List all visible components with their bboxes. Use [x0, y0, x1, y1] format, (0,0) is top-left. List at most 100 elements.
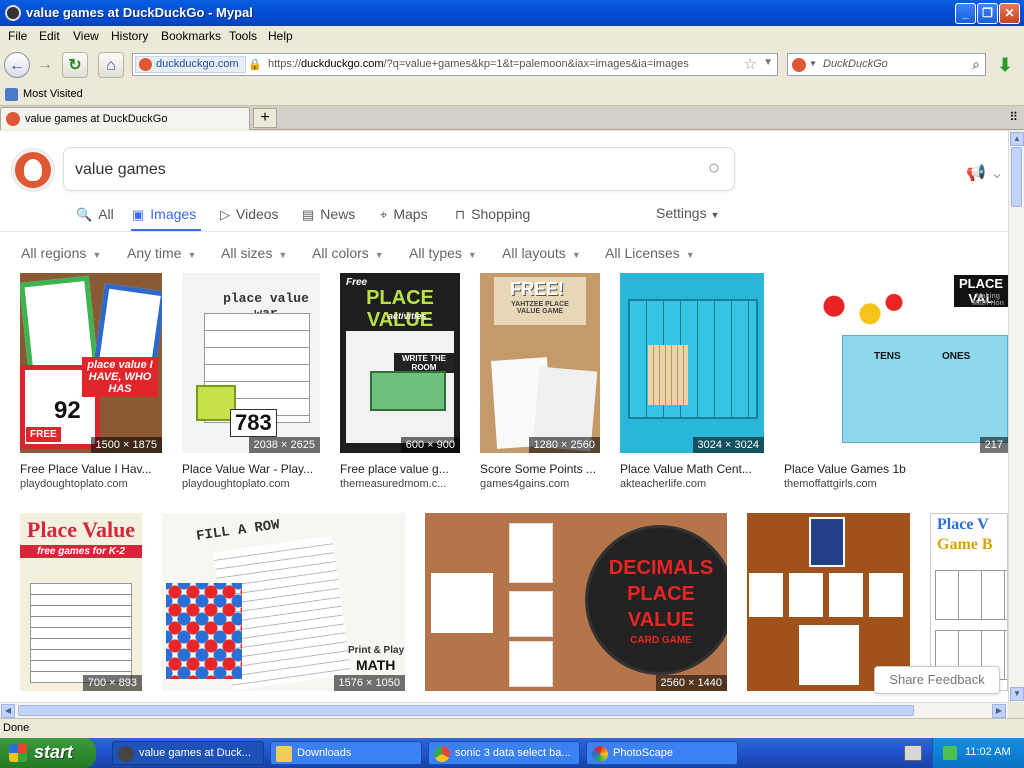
result-title[interactable]: Place Value War - Play...: [182, 462, 322, 476]
filter-region[interactable]: All regions ▼: [21, 245, 101, 261]
result-source[interactable]: themoffattgirls.com: [784, 478, 924, 490]
duckduckgo-engine-icon[interactable]: [792, 58, 806, 72]
image-subtext: Print & Play: [348, 645, 405, 656]
taskbar-item-photoscape[interactable]: PhotoScape: [586, 741, 738, 765]
result-title[interactable]: Score Some Points ...: [480, 462, 602, 476]
search-input[interactable]: value games ○: [63, 147, 735, 191]
settings-dropdown[interactable]: Settings ▼: [656, 205, 719, 221]
free-badge: FREE: [26, 427, 61, 442]
result-title[interactable]: Place Value Math Cent...: [620, 462, 760, 476]
tab-shopping[interactable]: ⊓ Shopping: [455, 206, 530, 223]
menu-bookmarks[interactable]: Bookmarks: [161, 29, 221, 43]
filter-color[interactable]: All colors ▼: [312, 245, 384, 261]
image-result[interactable]: place value war 783 2038 × 2625: [182, 273, 320, 453]
home-button[interactable]: ⌂: [98, 52, 124, 78]
hundreds-chart-graphic: [30, 583, 132, 683]
scroll-right-icon[interactable]: ▶: [992, 704, 1006, 718]
result-source[interactable]: games4gains.com: [480, 478, 602, 490]
filter-type[interactable]: All types ▼: [409, 245, 477, 261]
filter-layout[interactable]: All layouts ▼: [502, 245, 581, 261]
filter-size[interactable]: All sizes ▼: [221, 245, 287, 261]
keyboard-icon[interactable]: [904, 745, 922, 761]
menu-history[interactable]: History: [111, 29, 148, 43]
menu-file[interactable]: File: [8, 29, 27, 43]
scroll-thumb[interactable]: [1011, 147, 1022, 207]
duckduckgo-logo[interactable]: [12, 149, 54, 191]
scroll-up-icon[interactable]: ▲: [1010, 132, 1024, 146]
tab-favicon-icon: [6, 112, 20, 126]
filter-time[interactable]: Any time ▼: [127, 245, 196, 261]
url-text[interactable]: https://duckduckgo.com/?q=value+games&kp…: [268, 58, 689, 70]
scroll-down-icon[interactable]: ▼: [1010, 687, 1024, 701]
image-result[interactable]: Free PLACE VALUE activities WRITE THE RO…: [340, 273, 460, 453]
chevron-down-icon: ▼: [187, 250, 197, 260]
download-icon[interactable]: ⬇: [992, 52, 1018, 78]
image-result[interactable]: 3024 × 3024: [620, 273, 764, 453]
taskbar-item-downloads[interactable]: Downloads: [270, 741, 422, 765]
horizontal-scrollbar[interactable]: ◀ ▶: [0, 702, 1008, 718]
search-icon[interactable]: ⌕: [972, 56, 980, 73]
engine-dropdown-icon[interactable]: ▼: [809, 59, 817, 68]
url-dropdown-icon[interactable]: ▼: [763, 57, 773, 68]
forward-button[interactable]: →: [32, 52, 58, 78]
image-result[interactable]: PLACE VAL Making Math Hon TENS ONES 217: [784, 273, 1008, 453]
counters-graphic: [798, 291, 918, 329]
settings-label: Settings: [656, 205, 707, 221]
tab-active[interactable]: value games at DuckDuckGo: [0, 107, 250, 130]
megaphone-icon[interactable]: 📢 ⌄: [966, 163, 1004, 183]
tab-images-label: Images: [150, 206, 197, 222]
image-result[interactable]: 1414: [747, 513, 910, 691]
menu-help[interactable]: Help: [268, 29, 293, 43]
bookmark-most-visited[interactable]: Most Visited: [23, 88, 83, 100]
image-dimensions: 1576 × 1050: [333, 675, 405, 691]
taskbar-item-browser[interactable]: value games at Duck...: [112, 741, 264, 765]
url-prefix: https://: [268, 58, 302, 70]
scroll-thumb[interactable]: [18, 705, 914, 716]
close-button[interactable]: ✕: [999, 3, 1020, 24]
shopping-bag-icon: ⊓: [455, 207, 466, 222]
filter-license[interactable]: All Licenses ▼: [605, 245, 695, 261]
reload-button[interactable]: ↻: [62, 52, 88, 78]
newspaper-icon: ▤: [302, 207, 315, 222]
result-source[interactable]: playdoughtoplato.com: [182, 478, 322, 490]
clock[interactable]: 11:02 AM: [965, 746, 1011, 758]
image-result[interactable]: DECIMALS PLACE VALUE CARD GAME 2560 × 14…: [425, 513, 727, 691]
result-title[interactable]: Free Place Value I Hav...: [20, 462, 160, 476]
minimize-button[interactable]: _: [955, 3, 976, 24]
search-icon[interactable]: ○: [708, 157, 720, 180]
tab-all[interactable]: 🔍 All: [76, 206, 114, 223]
menu-view[interactable]: View: [73, 29, 99, 43]
back-button[interactable]: ←: [4, 52, 30, 78]
search-engine-bar[interactable]: ▼ DuckDuckGo ⌕: [787, 53, 986, 76]
result-title[interactable]: Place Value Games 1b: [784, 462, 924, 476]
url-path: /?q=value+games&kp=1&t=palemoon&iax=imag…: [383, 58, 689, 70]
tab-videos[interactable]: ▷ Videos: [220, 206, 279, 223]
vertical-scrollbar[interactable]: ▲ ▼: [1008, 131, 1024, 702]
menu-tools[interactable]: Tools: [229, 29, 257, 43]
image-dimensions: 2560 × 1440: [655, 675, 727, 691]
result-source[interactable]: akteacherlife.com: [620, 478, 760, 490]
result-source[interactable]: themeasuredmom.c...: [340, 478, 462, 490]
network-icon[interactable]: [943, 746, 957, 760]
start-button[interactable]: start: [0, 738, 96, 768]
result-title[interactable]: Free place value g...: [340, 462, 462, 476]
image-result[interactable]: Place Value free games for K-2 700 × 893: [20, 513, 142, 691]
share-feedback-button[interactable]: Share Feedback: [874, 666, 1000, 694]
address-bar[interactable]: duckduckgo.com 🔒 https://duckduckgo.com/…: [132, 53, 778, 76]
tab-images[interactable]: ▣ Images: [132, 206, 196, 223]
taskbar-item-chrome[interactable]: sonic 3 data select ba...: [428, 741, 580, 765]
tab-maps[interactable]: ⌖ Maps: [380, 206, 428, 223]
result-source[interactable]: playdoughtoplato.com: [20, 478, 160, 490]
image-result[interactable]: 92 place value I HAVE, WHO HAS FREE 1500…: [20, 273, 162, 453]
image-result[interactable]: FILL A ROW Print & Play MATH 1576 × 1050: [162, 513, 405, 691]
image-result[interactable]: FREE! YAHTZEE PLACE VALUE GAME 1280 × 25…: [480, 273, 600, 453]
tab-news[interactable]: ▤ News: [302, 206, 355, 223]
menu-edit[interactable]: Edit: [39, 29, 60, 43]
tab-list-icon[interactable]: ⠿: [1009, 110, 1018, 124]
new-tab-button[interactable]: +: [253, 108, 277, 128]
scroll-left-icon[interactable]: ◀: [1, 704, 15, 718]
image-result[interactable]: Place V Game B: [930, 513, 1008, 691]
maximize-button[interactable]: ❐: [977, 3, 998, 24]
bookmark-star-icon[interactable]: ☆: [744, 55, 757, 73]
site-identity-badge[interactable]: duckduckgo.com: [135, 56, 246, 73]
